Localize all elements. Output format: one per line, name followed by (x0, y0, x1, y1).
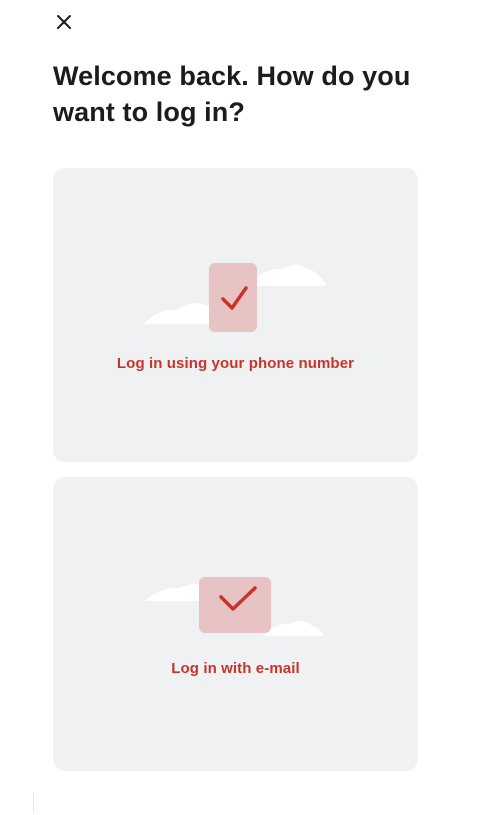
email-login-option[interactable]: Log in with e-mail (53, 477, 418, 771)
phone-login-label: Log in using your phone number (116, 355, 355, 372)
close-button[interactable] (52, 10, 76, 34)
checkbox-check-icon (144, 263, 326, 332)
email-login-label: Log in with e-mail (171, 660, 300, 677)
checkbox-check-icon (145, 577, 324, 636)
close-icon (56, 14, 72, 30)
phone-login-option[interactable]: Log in using your phone number (53, 168, 418, 462)
page-title: Welcome back. How do you want to log in? (53, 61, 411, 127)
divider (33, 793, 34, 813)
